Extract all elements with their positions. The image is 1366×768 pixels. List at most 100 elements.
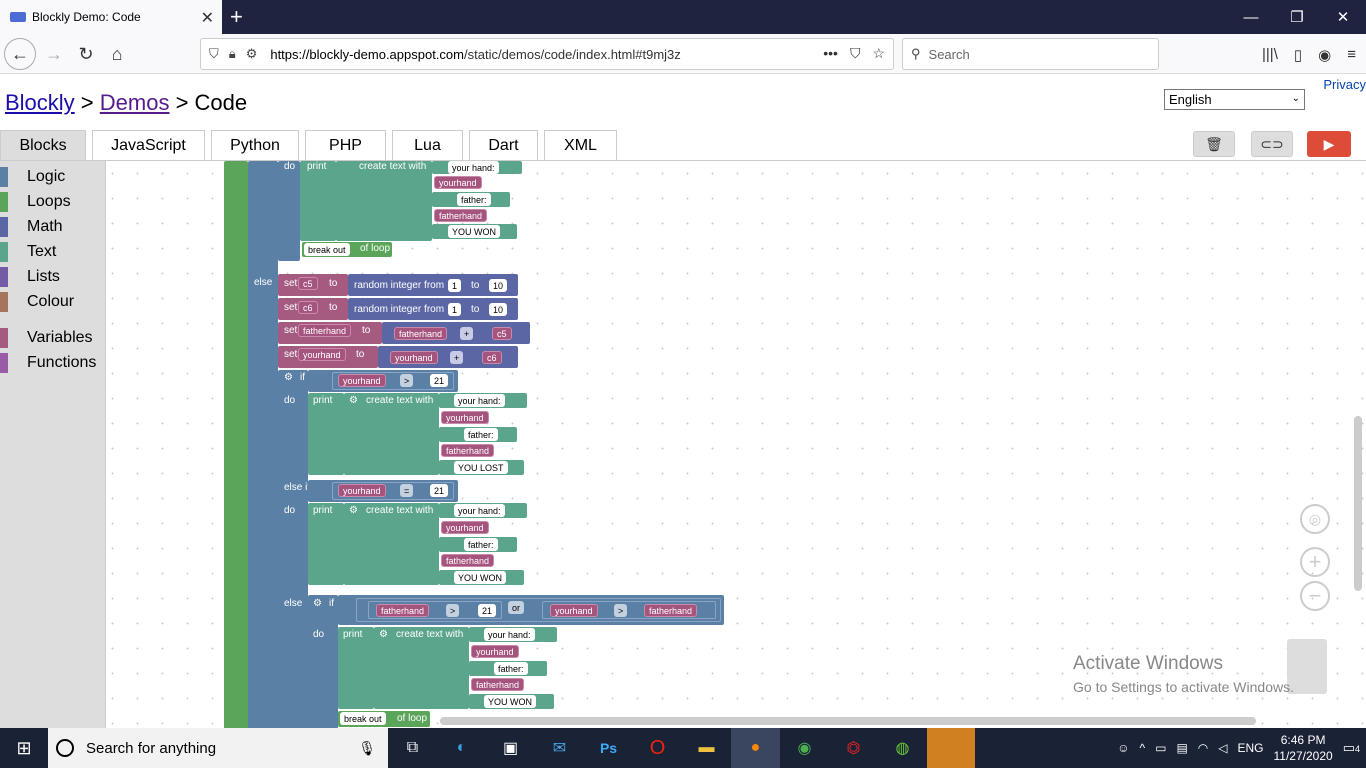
text-field[interactable]: YOU LOST	[454, 461, 508, 474]
mail-icon[interactable]: ✉	[535, 728, 584, 768]
print-block[interactable]	[300, 161, 336, 241]
zoom-out-icon[interactable]: −	[1300, 581, 1330, 611]
num-field[interactable]: 1	[448, 303, 462, 316]
gear-icon[interactable]: ⚙	[284, 372, 293, 383]
break-dropdown[interactable]: break out	[340, 712, 386, 725]
minimize-icon[interactable]: —	[1228, 0, 1274, 34]
battery-icon[interactable]: ▭	[1155, 741, 1166, 755]
photoshop-icon[interactable]: Ps	[584, 728, 633, 768]
text-field[interactable]: father:	[494, 662, 528, 675]
tab-blocks[interactable]: Blocks	[0, 130, 86, 160]
category-functions[interactable]: Functions	[0, 352, 96, 374]
run-button[interactable]: ▶	[1307, 131, 1351, 157]
page-actions-icon[interactable]: •••	[823, 45, 838, 62]
text-field[interactable]: your hand:	[454, 394, 505, 407]
text-field[interactable]: YOU WON	[448, 225, 500, 238]
trash-button[interactable]: 🗑︎	[1193, 131, 1235, 157]
browser-tab[interactable]: Blockly Demo: Code ✕	[0, 0, 222, 34]
var-field[interactable]: fatherhand	[441, 554, 495, 567]
privacy-link[interactable]: Privacy	[1323, 77, 1366, 92]
var-field[interactable]: c5	[298, 277, 318, 290]
file-explorer-icon[interactable]: ▬	[682, 728, 731, 768]
if-else-block[interactable]	[248, 161, 278, 728]
display-icon[interactable]: ▤	[1176, 741, 1187, 755]
var-field[interactable]: c6	[298, 301, 318, 314]
library-icon[interactable]: |||\	[1262, 46, 1278, 64]
op-dropdown[interactable]: >	[614, 604, 628, 617]
shield-icon[interactable]: ⛉	[209, 46, 219, 62]
sidebar-icon[interactable]: ▯	[1294, 46, 1302, 64]
var-field[interactable]: yourhand	[550, 604, 598, 617]
category-text[interactable]: Text	[0, 241, 56, 263]
permissions-icon[interactable]: ⚙	[246, 46, 258, 62]
var-field[interactable]: fatherhand	[298, 324, 352, 337]
var-field[interactable]: yourhand	[441, 521, 489, 534]
var-field[interactable]: c5	[492, 327, 512, 340]
vertical-scrollbar[interactable]	[1354, 416, 1362, 591]
people-icon[interactable]: ☺	[1117, 741, 1129, 755]
op-dropdown[interactable]: or	[508, 601, 525, 614]
var-field[interactable]: yourhand	[434, 176, 482, 189]
category-lists[interactable]: Lists	[0, 266, 60, 288]
var-field[interactable]: yourhand	[390, 351, 438, 364]
close-window-icon[interactable]: ✕	[1320, 0, 1366, 34]
tab-xml[interactable]: XML	[544, 130, 617, 160]
crumb-blockly-link[interactable]: Blockly	[5, 90, 75, 115]
text-field[interactable]: your hand:	[454, 504, 505, 517]
num-field[interactable]: 10	[489, 279, 508, 292]
text-field[interactable]: father:	[457, 193, 491, 206]
loop-block[interactable]	[224, 161, 248, 728]
text-field[interactable]: father:	[464, 428, 498, 441]
globe-app-icon[interactable]: ◍	[878, 728, 927, 768]
op-dropdown[interactable]: =	[400, 484, 414, 497]
category-loops[interactable]: Loops	[0, 191, 71, 213]
text-field[interactable]: your hand:	[484, 628, 535, 641]
home-icon[interactable]: ⌂	[101, 38, 133, 70]
tab-python[interactable]: Python	[211, 130, 299, 160]
op-dropdown[interactable]: +	[460, 327, 474, 340]
if-block-top[interactable]	[278, 161, 300, 261]
account-icon[interactable]: ◉	[1318, 46, 1331, 64]
lock-icon[interactable]: 🔒︎	[229, 46, 236, 62]
var-field[interactable]: fatherhand	[644, 604, 698, 617]
menu-icon[interactable]: ≡	[1347, 46, 1356, 64]
opera-icon[interactable]: O	[633, 728, 682, 768]
num-field[interactable]: 21	[478, 604, 497, 617]
gear-icon[interactable]: ⚙	[379, 629, 388, 640]
text-field[interactable]: YOU WON	[454, 571, 506, 584]
text-field[interactable]: your hand:	[448, 161, 499, 174]
chrome-icon[interactable]: ◉	[780, 728, 829, 768]
gear-icon[interactable]: ⚙	[349, 395, 358, 406]
task-view-icon[interactable]: ⧉	[388, 728, 437, 768]
gear-icon[interactable]: ⚙	[349, 505, 358, 516]
restore-icon[interactable]: ❐	[1274, 0, 1320, 34]
clock[interactable]: 6:46 PM 11/27/2020	[1274, 732, 1333, 764]
gear-icon[interactable]: ⚙	[313, 598, 322, 609]
if-block[interactable]	[278, 370, 308, 728]
op-dropdown[interactable]: >	[400, 374, 414, 387]
var-field[interactable]: yourhand	[441, 411, 489, 424]
url-bar[interactable]: ⛉ 🔒︎ ⚙ https://blockly-demo.appspot.com/…	[200, 38, 894, 70]
op-dropdown[interactable]: >	[446, 604, 460, 617]
store-icon[interactable]: ▣	[486, 728, 535, 768]
acrobat-icon[interactable]: ⏣	[829, 728, 878, 768]
windows-start-icon[interactable]: ⊞	[0, 728, 48, 768]
var-field[interactable]: fatherhand	[434, 209, 488, 222]
wifi-icon[interactable]: ◠	[1198, 741, 1208, 755]
notification-icon[interactable]: ▭4	[1343, 740, 1360, 756]
link-button[interactable]: ⊂⊃	[1251, 131, 1293, 157]
new-tab-icon[interactable]: +	[230, 4, 243, 30]
tab-javascript[interactable]: JavaScript	[92, 130, 205, 160]
var-field[interactable]: fatherhand	[376, 604, 430, 617]
close-tab-icon[interactable]: ✕	[201, 8, 214, 28]
tab-dart[interactable]: Dart	[469, 130, 538, 160]
forward-icon[interactable]: →	[38, 38, 70, 70]
num-field[interactable]: 10	[489, 303, 508, 316]
category-variables[interactable]: Variables	[0, 327, 93, 349]
text-field[interactable]: father:	[464, 538, 498, 551]
horizontal-scrollbar[interactable]	[440, 717, 1256, 725]
var-field[interactable]: fatherhand	[394, 327, 448, 340]
tab-php[interactable]: PHP	[305, 130, 386, 160]
var-field[interactable]: fatherhand	[471, 678, 525, 691]
blockly-workspace[interactable]: Logic Loops Math Text Lists Colour Varia…	[0, 160, 1366, 728]
